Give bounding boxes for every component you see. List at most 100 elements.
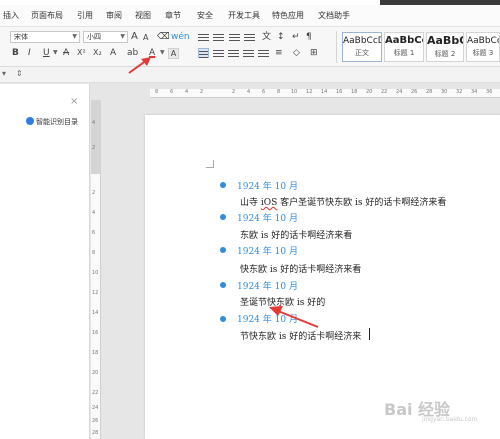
quick-access-bar: ▾ ⇕ (0, 67, 500, 83)
menu-page-layout[interactable]: 页面布局 (31, 10, 63, 21)
ruler-tick: 24 (396, 89, 403, 95)
customize-toolbar-icon[interactable]: ⇕ (16, 68, 23, 80)
ruler-tick: 18 (351, 89, 358, 95)
ruler-tick: 16 (92, 330, 99, 336)
style-normal[interactable]: AaBbCcDd 正文 (342, 32, 382, 62)
menu-insert[interactable]: 插入 (3, 10, 19, 21)
shrink-font-button[interactable]: A (143, 32, 148, 44)
menu-view[interactable]: 视图 (135, 10, 151, 21)
font-name-value: 宋体 (14, 33, 28, 41)
line-spacing-icon[interactable]: ≡ (275, 47, 283, 59)
ruler-tick: 26 (411, 89, 418, 95)
distributed-icon[interactable] (258, 48, 269, 58)
chevron-down-icon[interactable]: ▾ (2, 68, 6, 80)
ruler-tick: 8 (92, 250, 96, 256)
align-center-icon[interactable] (213, 48, 224, 58)
entry-text[interactable]: 东欧 is 好的话卡啊经济来看 (240, 228, 352, 241)
phonetic-guide-icon[interactable]: wén (171, 31, 190, 43)
menu-developer-tools[interactable]: 开发工具 (228, 10, 260, 21)
entry-date[interactable]: 1924 年 10 月 (237, 211, 298, 224)
document-page[interactable] (145, 115, 500, 439)
bullet-dot (220, 247, 226, 253)
ruler-tick: 14 (321, 89, 328, 95)
ruler-tick: 2 (232, 89, 236, 95)
vertical-ruler[interactable]: 4 2 2 4 6 8 10 12 14 16 18 20 22 24 26 2… (91, 100, 101, 439)
ruler-tick: 2 (200, 89, 204, 95)
show-marks-icon[interactable]: ↵ (292, 31, 300, 43)
ruler-tick: 10 (291, 89, 298, 95)
entry-text-pre: 山寺 (240, 198, 261, 208)
menu-doc-assistant[interactable]: 文档助手 (318, 10, 350, 21)
entry-text[interactable]: 山寺 iOS 客户圣诞节快东欧 is 好的话卡啊经济来看 (240, 195, 446, 208)
annotation-arrow-font-color (128, 57, 151, 74)
superscript-button[interactable]: X² (77, 47, 86, 59)
align-right-icon[interactable] (228, 48, 239, 58)
ruler-tick: 28 (92, 430, 99, 436)
style-label: 标题 3 (472, 49, 494, 57)
style-heading-3[interactable]: AaBbCcD 标题 3 (466, 32, 500, 62)
entry-date[interactable]: 1924 年 10 月 (237, 179, 298, 192)
ruler-tick: 14 (92, 310, 99, 316)
style-heading-2[interactable]: AaBbC 标题 2 (426, 32, 464, 62)
chevron-down-icon[interactable]: ▼ (53, 47, 58, 59)
style-heading-1[interactable]: AaBbCc 标题 1 (384, 32, 424, 62)
menu-section[interactable]: 章节 (165, 10, 181, 21)
ruler-tick: 4 (92, 120, 96, 126)
home-ribbon: 宋体 ▼ 小四 ▼ A A ⌫ wén 文 ↕ ↵ ¶ B I U ▼ A X²… (0, 27, 500, 67)
ruler-tick: 20 (92, 370, 99, 376)
entry-text[interactable]: 节快东欧 is 好的话卡啊经济来 (240, 329, 361, 342)
ruler-tick: 34 (471, 89, 478, 95)
numbering-icon[interactable] (213, 32, 224, 42)
text-effect-icon[interactable]: A (110, 47, 116, 59)
ruler-tick: 26 (92, 418, 99, 424)
sort-icon[interactable]: ↕ (277, 31, 285, 43)
underline-button[interactable]: U (43, 47, 50, 59)
menu-security[interactable]: 安全 (197, 10, 213, 21)
menu-references[interactable]: 引用 (77, 10, 93, 21)
italic-button[interactable]: I (28, 47, 31, 59)
subscript-button[interactable]: X₂ (93, 47, 102, 59)
char-shading-button[interactable]: A (168, 48, 179, 59)
chevron-down-icon: ▼ (120, 33, 125, 40)
entry-text[interactable]: 快东欧 is 好的话卡啊经济来看 (240, 262, 361, 275)
paragraph-marks-icon[interactable]: ¶ (306, 31, 312, 43)
ruler-tick: 12 (306, 89, 313, 95)
menu-review[interactable]: 审阅 (106, 10, 122, 21)
grow-font-button[interactable]: A (131, 31, 138, 43)
bullet-dot (220, 182, 226, 188)
ruler-tick: 4 (247, 89, 251, 95)
bullets-icon[interactable] (198, 32, 209, 42)
ruler-tick: 30 (441, 89, 448, 95)
ruler-tick: 4 (92, 210, 96, 216)
align-left-icon[interactable] (198, 48, 209, 58)
increase-indent-icon[interactable] (244, 32, 255, 42)
chinese-layout-icon[interactable]: 文 (262, 31, 271, 43)
smart-toc-label: 智能识别目录 (36, 118, 78, 126)
decrease-indent-icon[interactable] (229, 32, 240, 42)
close-icon[interactable]: × (70, 96, 78, 107)
bullet-dot (220, 316, 226, 322)
ruler-tick: 20 (366, 89, 373, 95)
bullet-dot (220, 282, 226, 288)
ruler-tick: 18 (92, 350, 99, 356)
chevron-down-icon[interactable]: ▼ (160, 47, 165, 59)
ruler-margin (91, 100, 101, 174)
smart-toc-icon (26, 117, 34, 125)
clear-format-icon[interactable]: ⌫ (157, 31, 170, 43)
font-name-select[interactable]: 宋体 ▼ (10, 31, 80, 43)
borders-icon[interactable]: ⊞ (310, 47, 318, 59)
strikethrough-button[interactable]: A (63, 47, 69, 59)
justify-icon[interactable] (243, 48, 254, 58)
entry-date[interactable]: 1924 年 10 月 (237, 279, 298, 292)
smart-toc-button[interactable]: 智能识别目录 (26, 117, 78, 127)
annotation-arrow-date (269, 306, 319, 328)
font-size-select[interactable]: 小四 ▼ (83, 31, 128, 43)
style-sample: AaBbCc (385, 35, 424, 46)
shading-icon[interactable]: ◇ (293, 47, 300, 59)
bold-button[interactable]: B (12, 47, 19, 59)
entry-date[interactable]: 1924 年 10 月 (237, 244, 298, 257)
menu-featured-apps[interactable]: 特色应用 (272, 10, 304, 21)
style-sample: AaBbCcDd (343, 36, 381, 46)
ruler-tick: 8 (155, 89, 159, 95)
horizontal-ruler[interactable]: 8 6 4 2 2 4 6 8 10 12 14 16 18 20 22 24 … (150, 89, 500, 98)
